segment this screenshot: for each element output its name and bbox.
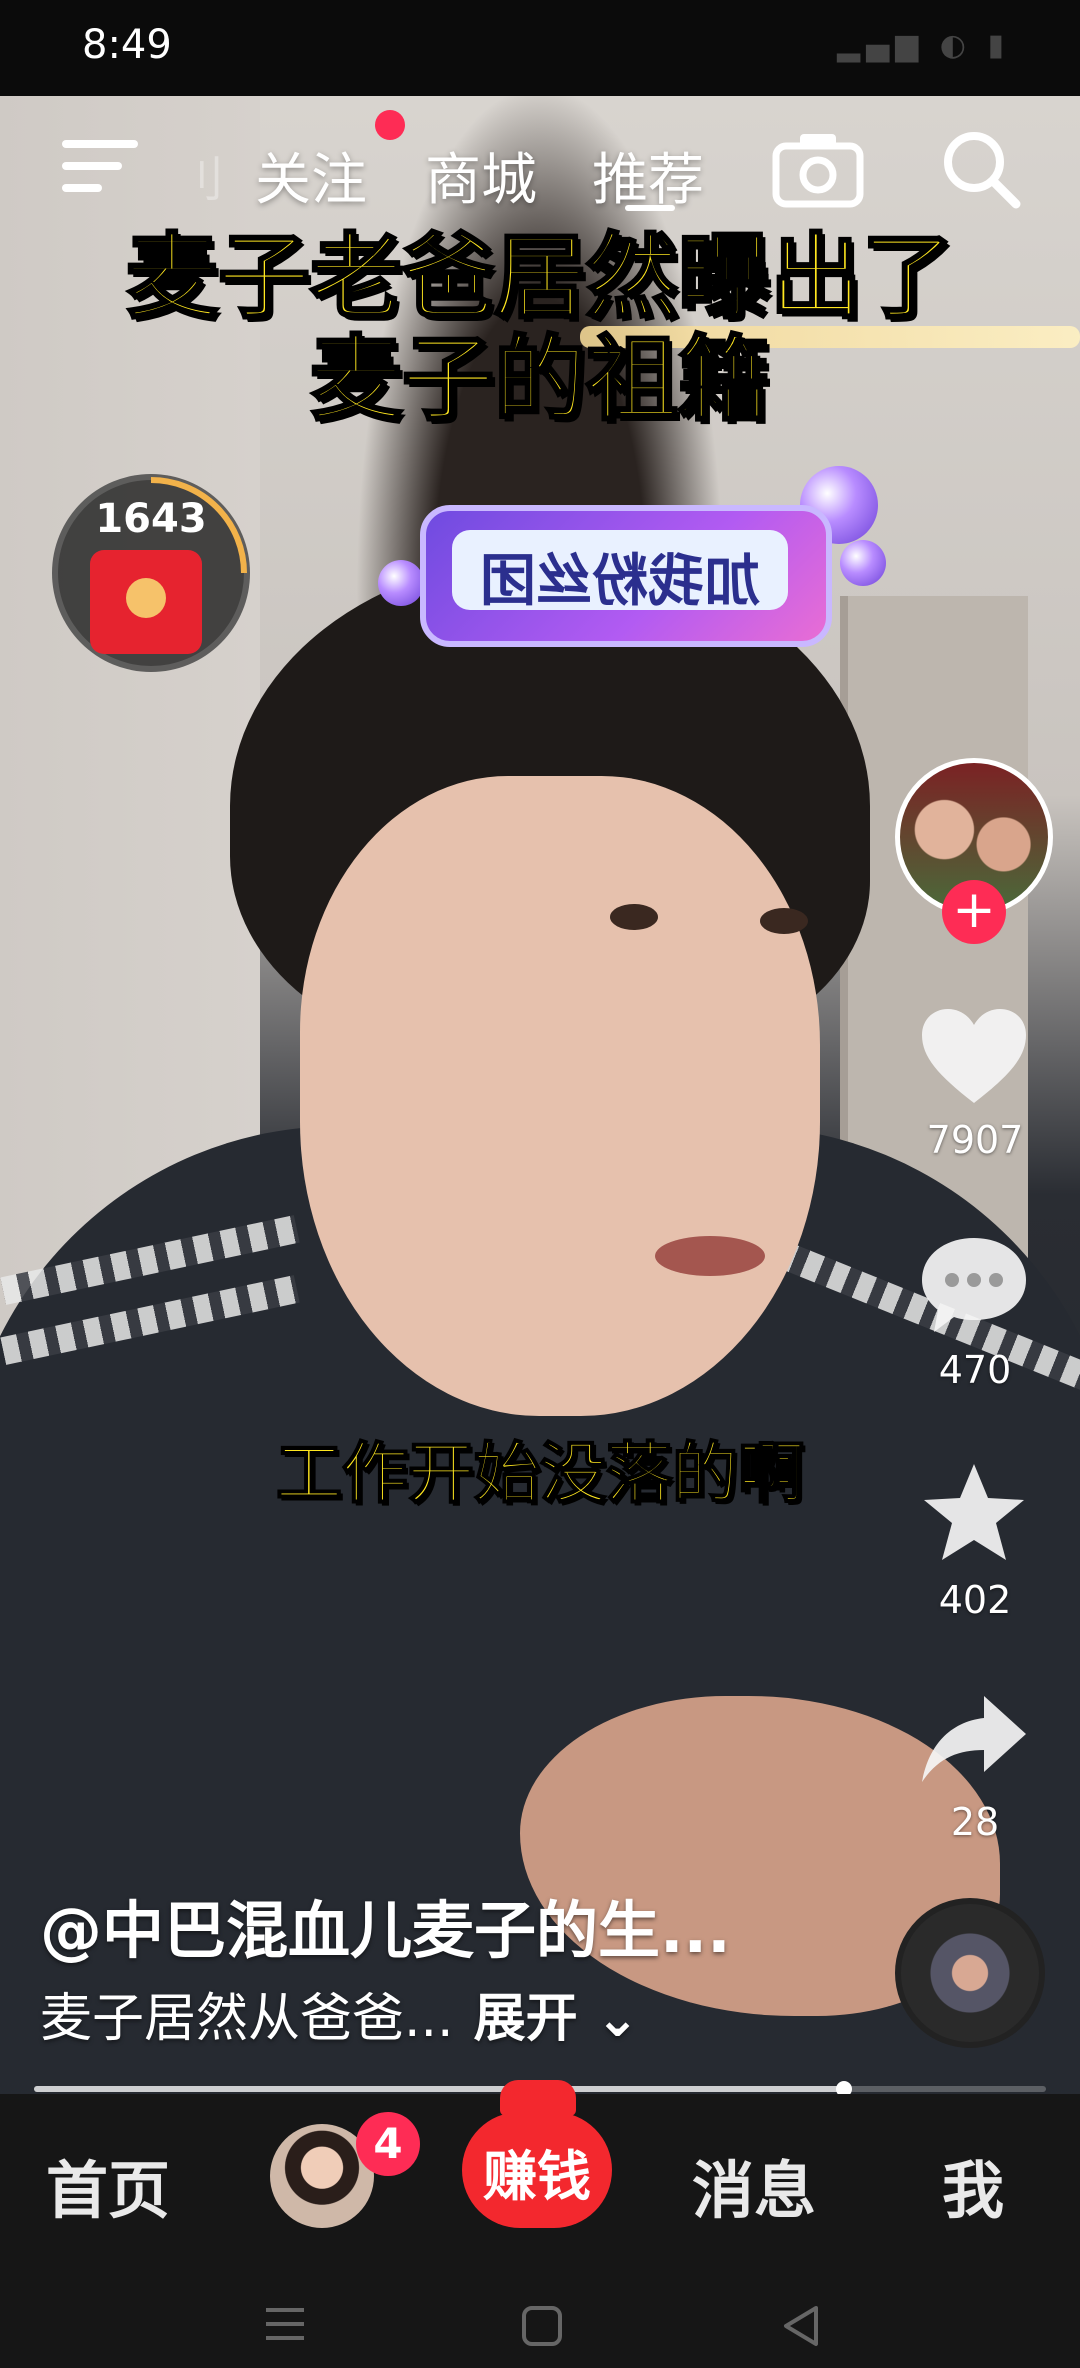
comment-count: 470 bbox=[938, 1348, 1012, 1392]
tab-active-indicator bbox=[625, 205, 675, 211]
video-headline-line2: 麦子的祖籍 bbox=[308, 326, 771, 433]
favorite-count: 402 bbox=[938, 1578, 1012, 1622]
share-count: 28 bbox=[950, 1800, 1000, 1844]
coin-icon bbox=[126, 578, 166, 618]
tab-mall[interactable]: 商城 bbox=[425, 135, 537, 216]
chevron-down-icon: ⌄ bbox=[595, 1989, 640, 2049]
nav-home[interactable]: 首页 bbox=[46, 2140, 170, 2230]
earn-money-label[interactable]: 赚钱 bbox=[462, 2132, 612, 2211]
recent-apps-icon[interactable] bbox=[262, 2304, 308, 2344]
disco-ball-icon bbox=[378, 560, 424, 606]
nav-friend-badge: 4 bbox=[356, 2112, 420, 2176]
comment-icon[interactable] bbox=[918, 1232, 1030, 1340]
home-button-icon[interactable] bbox=[520, 2304, 564, 2348]
tab-faded[interactable]: 刂 bbox=[176, 140, 224, 210]
tab-following[interactable]: 关注 bbox=[255, 135, 367, 216]
post-caption[interactable]: 麦子居然从爸爸... 展开 ⌄ bbox=[40, 1976, 639, 2051]
camera-icon[interactable] bbox=[772, 130, 864, 208]
like-heart-icon[interactable] bbox=[918, 1005, 1030, 1109]
music-disc-icon[interactable] bbox=[895, 1898, 1045, 2048]
earn-bag-knot bbox=[500, 2080, 576, 2116]
disco-ball-icon bbox=[840, 540, 886, 586]
status-time: 8:49 bbox=[82, 22, 172, 68]
menu-icon[interactable] bbox=[62, 140, 142, 200]
fan-club-sticker-text: 加我粉丝团 bbox=[480, 549, 760, 614]
red-packet-count: 1643 bbox=[95, 496, 207, 542]
video-progress-fill bbox=[34, 2086, 844, 2092]
expand-label: 展开 bbox=[473, 1989, 578, 2049]
expand-button[interactable]: 展开 ⌄ bbox=[474, 1989, 640, 2049]
video-person-face bbox=[300, 776, 820, 1416]
notification-dot bbox=[375, 110, 405, 140]
video-headline-line1: 麦子老爸居然曝出了 bbox=[124, 224, 955, 331]
video-person-eye bbox=[760, 908, 808, 934]
author-name[interactable]: @中巴混血儿麦子的生... bbox=[40, 1880, 731, 1970]
favorite-star-icon[interactable] bbox=[918, 1460, 1030, 1568]
share-arrow-icon[interactable] bbox=[918, 1690, 1030, 1790]
status-bar: 8:49 ▂▄▆ ◐ ▮ bbox=[0, 0, 1080, 96]
post-caption-text: 麦子居然从爸爸... bbox=[40, 1989, 454, 2049]
search-icon[interactable] bbox=[940, 128, 1022, 210]
video-person-eye bbox=[610, 904, 658, 930]
tab-recommended[interactable]: 推荐 bbox=[592, 135, 704, 216]
video-person-mouth bbox=[655, 1236, 765, 1276]
nav-me[interactable]: 我 bbox=[942, 2140, 1004, 2230]
status-icons: ▂▄▆ ◐ ▮ bbox=[837, 28, 1010, 63]
back-button-icon[interactable] bbox=[780, 2304, 822, 2348]
like-count: 7907 bbox=[926, 1118, 1024, 1162]
follow-plus-icon[interactable]: + bbox=[942, 880, 1006, 944]
nav-messages[interactable]: 消息 bbox=[692, 2140, 816, 2230]
